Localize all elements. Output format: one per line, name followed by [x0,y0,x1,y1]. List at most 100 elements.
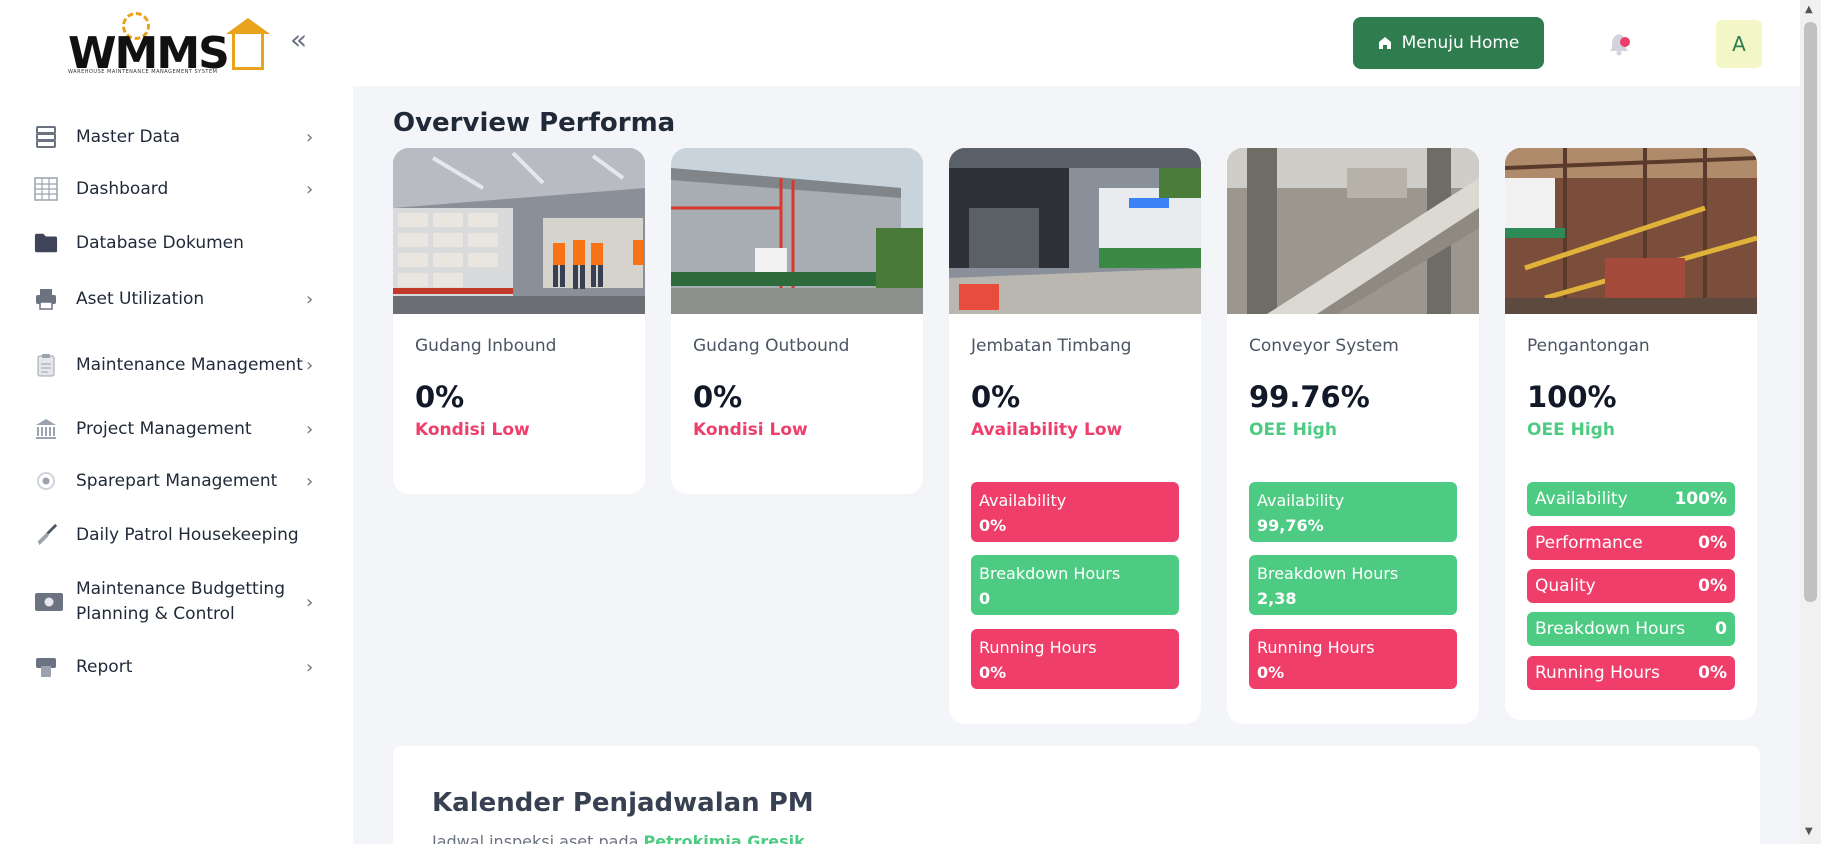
metric-value: 0% [979,516,1007,535]
target-icon [34,470,58,492]
metric-value: 0% [1698,663,1727,683]
home-button-label: Menuju Home [1401,33,1520,53]
sidebar-item-label: Sparepart Management [76,470,278,491]
main-content: Overview Performa Gudang Inbound 0% Kond… [353,86,1800,844]
page-scrollbar[interactable]: ▲ ▼ [1800,0,1821,844]
money-icon [34,591,64,613]
card-name: Conveyor System [1249,336,1399,356]
chevron-right-icon: › [306,470,314,492]
home-icon [1378,37,1391,49]
card-status: OEE High [1527,420,1615,440]
metric-breakdown-hours: Breakdown Hours 0 [971,555,1179,615]
metric-breakdown-hours: Breakdown Hours 0 [1527,612,1735,646]
performance-card-gudang-outbound[interactable]: Gudang Outbound 0% Kondisi Low [671,148,923,494]
double-chevron-left-icon[interactable]: « [290,26,307,54]
menuju-home-button[interactable]: Menuju Home [1353,17,1544,69]
card-status: Kondisi Low [415,420,530,440]
performance-card-pengantongan[interactable]: Pengantongan 100% OEE High Availability … [1505,148,1757,720]
chevron-right-icon: › [306,354,314,376]
sidebar-item-sparepart-management[interactable]: Sparepart Management › [0,466,353,496]
calendar-card: Kalender Penjadwalan PM Jadwal inspeksi … [393,746,1760,844]
sidebar-item-label: Master Data [76,126,181,147]
sidebar-item-label: Aset Utilization [76,288,205,309]
calendar-subtitle: Jadwal inspeksi aset pada Petrokimia Gre… [432,832,805,844]
gudang-inbound-photo [393,148,645,314]
clipboard-icon [34,354,58,377]
metric-quality: Quality 0% [1527,569,1735,603]
card-name: Gudang Inbound [415,336,557,356]
metric-label: Breakdown Hours [1535,619,1686,639]
scrollbar-thumb[interactable] [1804,22,1817,602]
broom-icon [34,523,58,546]
metric-value: 0% [979,663,1007,682]
metric-label: Breakdown Hours [1257,564,1399,583]
bank-icon [34,418,58,440]
metric-value: 99,76% [1257,516,1324,535]
card-percentage: 99.76% [1249,380,1370,414]
metric-label: Quality [1535,576,1596,596]
page-title: Overview Performa [393,108,676,138]
metric-value: 0 [1715,619,1727,639]
chevron-right-icon: › [306,656,314,678]
chevron-right-icon: › [306,591,314,613]
card-name: Gudang Outbound [693,336,850,356]
metric-label: Performance [1535,533,1643,553]
scroll-up-arrow-icon[interactable]: ▲ [1805,4,1813,15]
performance-card-jembatan-timbang[interactable]: Jembatan Timbang 0% Availability Low Ava… [949,148,1201,724]
metric-running-hours: Running Hours 0% [971,629,1179,689]
metric-label: Availability [979,491,1067,510]
metric-running-hours: Running Hours 0% [1249,629,1457,689]
card-status: Availability Low [971,420,1123,440]
table-icon [34,177,58,201]
metric-value: 0% [1698,576,1727,596]
metric-running-hours: Running Hours 0% [1527,656,1735,690]
calendar-title: Kalender Penjadwalan PM [432,788,814,818]
sidebar-item-maintenance-budgetting[interactable]: Maintenance Budgetting Planning & Contro… [0,574,353,630]
sidebar-item-maintenance-management[interactable]: Maintenance Management › [0,337,353,393]
sidebar-item-daily-patrol-housekeeping[interactable]: Daily Patrol Housekeeping [0,520,353,550]
metric-value: 2,38 [1257,589,1297,608]
card-name: Pengantongan [1527,336,1650,356]
card-status: Kondisi Low [693,420,808,440]
sidebar-item-label: Maintenance Management [76,354,303,375]
metric-value: 0% [1257,663,1285,682]
gudang-outbound-photo [671,148,923,314]
notification-bell-icon[interactable] [1608,32,1630,56]
chevron-right-icon: › [306,178,314,200]
sidebar-item-master-data[interactable]: Master Data › [0,122,353,152]
metric-label: Availability [1257,491,1345,510]
chevron-right-icon: › [306,418,314,440]
sidebar-item-label: Report [76,656,133,677]
sidebar-item-aset-utilization[interactable]: Aset Utilization › [0,284,353,314]
card-status: OEE High [1249,420,1337,440]
card-percentage: 0% [693,380,743,414]
pengantongan-photo [1505,148,1757,314]
scroll-down-arrow-icon[interactable]: ▼ [1805,826,1813,837]
metric-availability: Availability 100% [1527,482,1735,516]
metric-label: Availability [1535,489,1628,509]
performance-card-conveyor-system[interactable]: Conveyor System 99.76% OEE High Availabi… [1227,148,1479,724]
wmms-logo[interactable]: WMMS WAREHOUSE MAINTENANCE MANAGEMENT SY… [66,12,270,79]
metric-value: 0 [979,589,991,608]
sidebar-item-dashboard[interactable]: Dashboard › [0,174,353,204]
house-roof-icon [226,18,270,34]
server-icon [34,126,58,148]
jembatan-timbang-photo [949,148,1201,314]
metric-label: Running Hours [1257,638,1375,657]
sidebar-item-database-dokumen[interactable]: Database Dokumen [0,228,353,258]
card-percentage: 0% [971,380,1021,414]
performance-card-gudang-inbound[interactable]: Gudang Inbound 0% Kondisi Low [393,148,645,494]
topbar: Menuju Home A [353,0,1801,86]
sidebar-item-label: Dashboard [76,178,169,199]
print-icon [34,656,58,678]
sidebar-item-project-management[interactable]: Project Management › [0,414,353,444]
company-link[interactable]: Petrokimia Gresik [644,832,805,844]
avatar[interactable]: A [1716,20,1762,68]
sidebar-item-label: Maintenance Budgetting Planning & Contro… [76,579,285,624]
sidebar-item-report[interactable]: Report › [0,652,353,682]
card-percentage: 100% [1527,380,1617,414]
metric-label: Running Hours [979,638,1097,657]
sidebar-item-label: Daily Patrol Housekeeping [76,524,299,545]
chevron-right-icon: › [306,126,314,148]
sidebar-item-label: Database Dokumen [76,232,244,253]
